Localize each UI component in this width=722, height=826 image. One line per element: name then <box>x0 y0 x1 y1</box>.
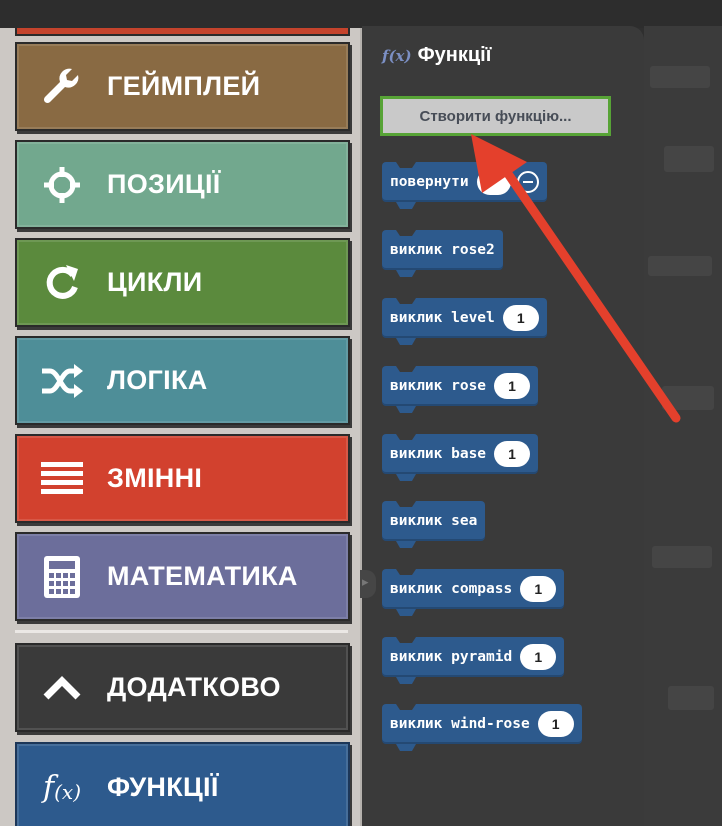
block-call-rose2[interactable]: виклик rose2 <box>382 230 503 270</box>
block-text: виклик pyramid <box>390 649 513 665</box>
category-logic-button[interactable]: ЛОГІКА <box>15 336 350 425</box>
category-label: ГЕЙМПЛЕЙ <box>107 71 261 101</box>
workspace-tile <box>662 386 714 410</box>
block-text: виклик rose <box>390 378 487 394</box>
category-label: ПОЗИЦІЇ <box>107 169 221 199</box>
workspace-tile <box>664 146 714 172</box>
category-positions-button[interactable]: ПОЗИЦІЇ <box>15 140 350 229</box>
category-label: ФУНКЦІЇ <box>107 771 219 802</box>
param-pill[interactable]: 1 <box>520 644 557 670</box>
block-call-pyramid[interactable]: виклик pyramid 1 <box>382 637 565 677</box>
workspace-tile <box>668 686 714 710</box>
flyout-title: f(x) Функції <box>382 44 491 67</box>
block-call-base[interactable]: виклик base 1 <box>382 434 539 474</box>
category-label: ЦИКЛИ <box>107 267 203 297</box>
flyout-edge-handle[interactable] <box>360 570 376 598</box>
category-functions-button[interactable]: f (x) ФУНКЦІЇ <box>15 742 350 826</box>
param-pill[interactable]: 1 <box>520 576 557 602</box>
param-pill[interactable]: 1 <box>494 373 531 399</box>
workspace-tile <box>652 546 712 568</box>
block-text: виклик base <box>390 446 487 462</box>
category-math-button[interactable]: МАТЕМАТИКА <box>15 532 350 621</box>
category-loops-button[interactable]: ЦИКЛИ <box>15 238 350 327</box>
block-call-wind-rose[interactable]: виклик wind-rose 1 <box>382 704 582 744</box>
list-icon <box>17 436 107 521</box>
block-text: виклик level <box>390 310 495 326</box>
block-text: повернути <box>390 174 469 190</box>
block-call-rose[interactable]: виклик rose 1 <box>382 366 539 406</box>
function-icon-x: (x) <box>54 780 81 804</box>
function-icon: f(x) <box>17 744 107 826</box>
category-divider <box>15 630 348 633</box>
block-text: виклик compass <box>390 581 513 597</box>
chevron-up-icon <box>17 645 107 730</box>
workspace-tile <box>650 66 710 88</box>
block-text: виклик sea <box>390 513 478 529</box>
category-label: ЛОГІКА <box>107 365 208 395</box>
category-advanced-button[interactable]: ДОДАТКОВО <box>15 643 350 732</box>
param-pill[interactable]: 1 <box>494 441 531 467</box>
category-partial-red[interactable] <box>15 28 350 36</box>
block-call-sea[interactable]: виклик sea <box>382 501 486 541</box>
function-icon-f: f <box>43 769 55 805</box>
block-call-compass[interactable]: виклик compass 1 <box>382 569 565 609</box>
calculator-icon <box>17 534 107 619</box>
function-icon: f(x) <box>382 46 412 65</box>
minus-circle-icon[interactable] <box>516 171 539 193</box>
category-variables-button[interactable]: ЗМІННІ <box>15 434 350 523</box>
return-value-slot[interactable] <box>476 169 511 195</box>
create-function-button[interactable]: Створити функцію... <box>380 96 611 136</box>
category-label: МАТЕМАТИКА <box>107 561 298 591</box>
block-return[interactable]: повернути <box>382 162 547 202</box>
workspace-tile <box>648 256 712 276</box>
param-pill[interactable]: 1 <box>502 305 539 331</box>
block-text: виклик rose2 <box>390 242 495 258</box>
top-bar <box>0 0 722 28</box>
category-label: ЗМІННІ <box>107 463 203 493</box>
shuffle-icon <box>17 338 107 423</box>
category-gameplay-button[interactable]: ГЕЙМПЛЕЙ <box>15 42 350 131</box>
functions-flyout: f(x) Функції Створити функцію... поверну… <box>362 26 644 826</box>
loop-icon <box>17 240 107 325</box>
crosshair-icon <box>17 142 107 227</box>
wrench-icon <box>17 44 107 129</box>
flyout-title-text: Функції <box>417 44 492 66</box>
category-label: ДОДАТКОВО <box>107 672 281 702</box>
param-pill[interactable]: 1 <box>537 711 574 737</box>
workspace-area[interactable] <box>644 26 722 826</box>
block-text: виклик wind-rose <box>390 716 530 732</box>
block-call-level[interactable]: виклик level 1 <box>382 298 547 338</box>
